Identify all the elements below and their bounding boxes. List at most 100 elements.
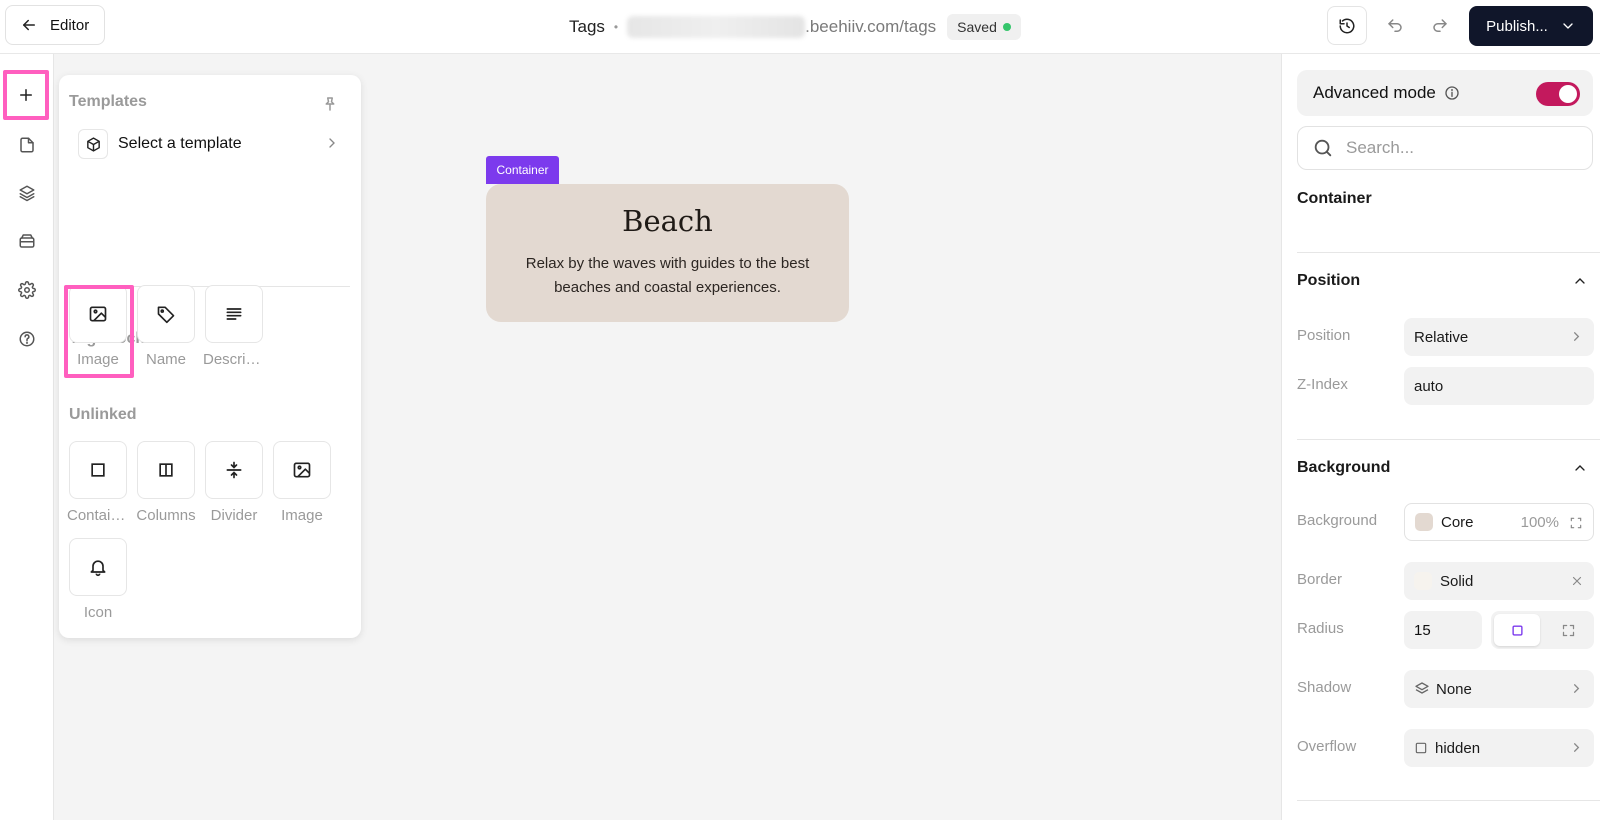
back-button-label: Editor — [50, 16, 90, 34]
gear-icon — [18, 281, 36, 299]
tag-name-heading[interactable]: Beach — [486, 204, 849, 238]
left-sidebar — [0, 54, 54, 820]
unlinked-block-icon-tile[interactable] — [69, 538, 127, 596]
sidebar-settings-button[interactable] — [6, 269, 48, 311]
sidebar-help-button[interactable] — [6, 318, 48, 360]
border-swatch — [1414, 572, 1432, 590]
title-separator: • — [613, 20, 619, 34]
radius-mode-toggle — [1491, 611, 1594, 649]
back-to-editor-button[interactable]: Editor — [5, 5, 105, 45]
plus-icon — [20, 89, 32, 101]
unlinked-heading: Unlinked — [69, 406, 137, 423]
publish-button[interactable]: Publish... — [1469, 6, 1593, 46]
section-divider — [1297, 800, 1600, 801]
advanced-mode-label: Advanced mode — [1313, 83, 1436, 102]
tag-block-description-label: Description — [203, 351, 265, 368]
select-template-row[interactable]: Select a template — [78, 126, 340, 162]
unlinked-block-image-tile[interactable] — [273, 441, 331, 499]
corners-icon — [1562, 624, 1574, 636]
position-select[interactable]: Relative — [1404, 318, 1594, 356]
saved-status-badge: Saved — [947, 14, 1021, 40]
tag-description-text[interactable]: Relax by the waves with guides to the be… — [518, 252, 818, 300]
unlinked-block-image[interactable]: Image — [273, 441, 331, 524]
page-url[interactable]: .beehiiv.com/tags — [805, 17, 936, 37]
background-opacity[interactable]: 100% — [1521, 514, 1559, 531]
radius-individual-corners-option[interactable] — [1545, 614, 1591, 646]
search-icon — [1314, 139, 1332, 157]
shadow-value: None — [1436, 680, 1472, 698]
chevron-right-icon — [1574, 332, 1580, 341]
file-icon — [20, 137, 34, 153]
sidebar-pages-button[interactable] — [6, 124, 48, 166]
radius-all-corners-option[interactable] — [1494, 614, 1540, 646]
background-color-picker[interactable]: Core 100% — [1404, 503, 1594, 541]
arrow-left-icon — [23, 19, 35, 31]
redo-button[interactable] — [1420, 6, 1460, 45]
unlinked-block-container-tile[interactable] — [69, 441, 127, 499]
info-icon[interactable] — [1444, 85, 1460, 101]
unlinked-block-container[interactable]: Container — [67, 441, 129, 524]
tag-icon — [157, 306, 175, 324]
position-value: Relative — [1414, 328, 1469, 346]
unlinked-block-columns[interactable]: Columns — [136, 441, 196, 524]
chevron-right-icon — [1574, 743, 1580, 752]
sidebar-add-button[interactable] — [3, 70, 49, 120]
properties-search-box[interactable] — [1297, 126, 1593, 170]
undo-icon — [1388, 18, 1402, 32]
square-icon — [1415, 742, 1427, 754]
element-type-heading: Container — [1297, 190, 1372, 207]
advanced-mode-toggle[interactable] — [1536, 82, 1580, 106]
shadow-select[interactable]: None — [1404, 670, 1594, 708]
divider-icon — [226, 461, 242, 479]
unlinked-block-divider[interactable]: Divider — [205, 441, 263, 524]
section-divider — [1297, 252, 1600, 253]
chevron-up-icon[interactable] — [1572, 273, 1588, 289]
chevron-down-icon — [1563, 23, 1573, 29]
search-input[interactable] — [1346, 138, 1576, 158]
close-icon[interactable] — [1570, 574, 1584, 588]
radius-label: Radius — [1297, 620, 1344, 637]
top-bar: Editor Tags • .beehiiv.com/tags Saved Pu… — [0, 0, 1600, 54]
overflow-select[interactable]: hidden — [1404, 729, 1594, 767]
help-circle-icon — [19, 331, 35, 347]
tag-block-name[interactable]: Name — [137, 285, 195, 368]
square-icon — [1511, 624, 1523, 636]
image-icon — [293, 462, 311, 478]
shadow-label: Shadow — [1297, 679, 1352, 696]
text-lines-icon — [226, 308, 242, 320]
background-section-heading[interactable]: Background — [1297, 459, 1390, 477]
saved-label: Saved — [957, 19, 997, 35]
unlinked-block-columns-tile[interactable] — [137, 441, 195, 499]
section-divider — [1297, 439, 1600, 440]
overflow-label: Overflow — [1297, 738, 1357, 755]
beach-container-card[interactable]: Beach Relax by the waves with guides to … — [486, 184, 849, 322]
layers-icon — [19, 185, 35, 202]
version-history-button[interactable] — [1327, 6, 1367, 45]
radius-input[interactable]: 15 — [1404, 611, 1482, 649]
select-template-label: Select a template — [118, 135, 242, 152]
tag-block-description-tile[interactable] — [205, 285, 263, 343]
border-value: Solid — [1440, 572, 1474, 590]
image-block-highlight — [64, 285, 134, 378]
pin-icon[interactable] — [321, 95, 339, 113]
blurred-subdomain — [627, 16, 806, 38]
position-section-heading[interactable]: Position — [1297, 272, 1360, 290]
unlinked-block-icon[interactable]: Icon — [69, 538, 127, 621]
sidebar-layers-button[interactable] — [6, 172, 48, 214]
chevron-up-icon[interactable] — [1572, 460, 1588, 476]
container-selection-tag[interactable]: Container — [486, 156, 559, 184]
templates-heading: Templates — [69, 93, 147, 110]
tag-block-description[interactable]: Description — [203, 285, 265, 368]
zindex-label: Z-Index — [1297, 376, 1348, 393]
unlinked-block-container-label: Container — [67, 507, 129, 524]
unlinked-block-divider-tile[interactable] — [205, 441, 263, 499]
sidebar-storage-button[interactable] — [6, 220, 48, 262]
border-select[interactable]: Solid — [1404, 562, 1594, 600]
detach-icon[interactable] — [1569, 516, 1583, 530]
layers-icon — [1415, 682, 1429, 694]
tag-block-name-tile[interactable] — [137, 285, 195, 343]
publish-label: Publish... — [1486, 17, 1548, 35]
columns-icon — [159, 463, 173, 477]
undo-button[interactable] — [1375, 6, 1415, 45]
zindex-input[interactable]: auto — [1404, 367, 1594, 405]
